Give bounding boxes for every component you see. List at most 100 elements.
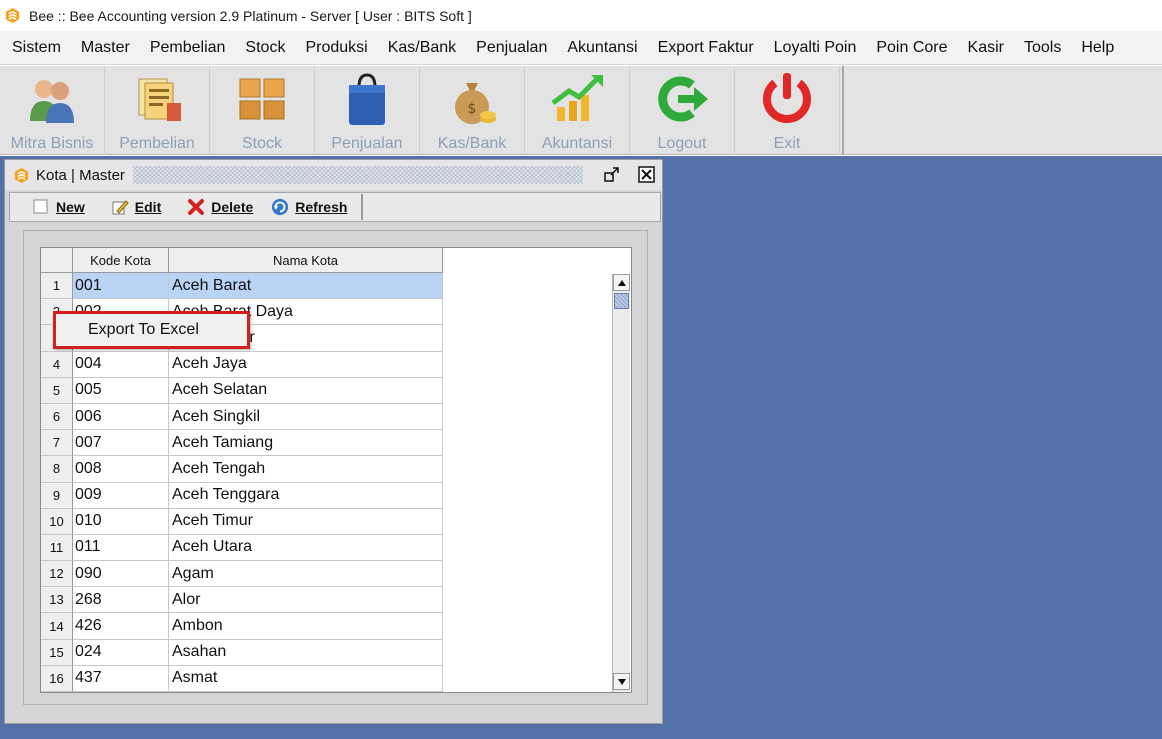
row-number-cell: 11 [41, 534, 73, 562]
menu-penjualan[interactable]: Penjualan [466, 39, 557, 57]
row-number-cell: 9 [41, 482, 73, 509]
titlebar-pattern [132, 166, 583, 184]
toolbar-divider [842, 66, 844, 155]
nama-kota-cell[interactable]: Aceh Utara [169, 534, 443, 562]
row-number-cell: 14 [41, 613, 73, 640]
table-row[interactable]: 16 437 Asmat [41, 665, 443, 692]
restore-icon [604, 167, 619, 182]
row-number-cell: 16 [41, 665, 73, 692]
kode-kota-cell[interactable]: 004 [73, 351, 169, 378]
row-number-cell: 13 [41, 587, 73, 614]
nama-kota-cell[interactable]: Asmat [169, 665, 443, 692]
kode-kota-cell[interactable]: 007 [73, 430, 169, 457]
kode-kota-cell[interactable]: 010 [73, 508, 169, 535]
menu-pembelian[interactable]: Pembelian [140, 39, 236, 57]
nama-kota-cell[interactable]: Ambon [169, 613, 443, 640]
table-row[interactable]: 5 005 Aceh Selatan [41, 377, 443, 404]
menu-stock[interactable]: Stock [235, 39, 295, 57]
nama-kota-cell[interactable]: Agam [169, 561, 443, 588]
kode-kota-cell[interactable]: 268 [73, 587, 169, 614]
table-row[interactable]: 15 024 Asahan [41, 639, 443, 666]
scroll-thumb[interactable] [614, 293, 629, 309]
toolbar-penjualan-button[interactable]: Penjualan [315, 66, 420, 155]
kode-kota-cell[interactable]: 005 [73, 377, 169, 404]
nama-kota-cell[interactable]: Asahan [169, 639, 443, 666]
menu-loyalti-poin[interactable]: Loyalti Poin [764, 39, 867, 57]
nama-kota-cell[interactable]: Aceh Tengah [169, 456, 443, 483]
close-window-button[interactable] [637, 165, 655, 183]
row-number-cell: 5 [41, 377, 73, 404]
table-row[interactable]: 1 001 Aceh Barat [41, 273, 443, 300]
close-icon [637, 165, 655, 183]
vertical-scrollbar[interactable] [612, 274, 630, 692]
menu-akuntansi[interactable]: Akuntansi [557, 39, 647, 57]
nama-kota-cell[interactable]: Aceh Singkil [169, 403, 443, 431]
table-row[interactable]: 13 268 Alor [41, 587, 443, 614]
table-row[interactable]: 7 007 Aceh Tamiang [41, 430, 443, 457]
kode-kota-cell[interactable]: 009 [73, 482, 169, 509]
inner-window-title: Kota | Master [36, 166, 125, 184]
scroll-down-button[interactable] [613, 673, 630, 690]
scroll-up-button[interactable] [613, 274, 630, 291]
toolbar-pembelian-button[interactable]: Pembelian [105, 66, 210, 155]
kode-kota-cell[interactable]: 024 [73, 639, 169, 666]
menu-kas-bank[interactable]: Kas/Bank [378, 39, 466, 57]
context-menu: Export To Excel [53, 311, 250, 349]
new-button[interactable]: New [32, 198, 85, 216]
table-row[interactable]: 8 008 Aceh Tengah [41, 456, 443, 483]
kode-kota-cell[interactable]: 011 [73, 534, 169, 562]
menu-poin-core[interactable]: Poin Core [866, 39, 957, 57]
table-row[interactable]: 14 426 Ambon [41, 613, 443, 640]
table-row[interactable]: 12 090 Agam [41, 561, 443, 588]
checkbox-icon [32, 198, 50, 216]
edit-button[interactable]: Edit [111, 198, 161, 216]
kode-kota-cell[interactable]: 090 [73, 561, 169, 588]
column-header-kode-kota[interactable]: Kode Kota [73, 248, 169, 273]
delete-label: Delete [211, 199, 254, 215]
restore-window-button[interactable] [603, 165, 621, 183]
nama-kota-cell[interactable]: Aceh Tenggara [169, 482, 443, 509]
nama-kota-cell[interactable]: Aceh Tamiang [169, 430, 443, 457]
kode-kota-cell[interactable]: 437 [73, 665, 169, 692]
kode-kota-cell[interactable]: 006 [73, 403, 169, 431]
table-row[interactable]: 10 010 Aceh Timur [41, 508, 443, 535]
nama-kota-cell[interactable]: Aceh Selatan [169, 377, 443, 404]
kode-kota-cell[interactable]: 001 [73, 273, 169, 300]
kode-kota-cell[interactable]: 008 [73, 456, 169, 483]
menu-master[interactable]: Master [71, 39, 140, 57]
table-row[interactable]: 9 009 Aceh Tenggara [41, 482, 443, 509]
toolbar-akuntansi-button[interactable]: Akuntansi [525, 66, 630, 155]
kode-kota-cell[interactable]: 426 [73, 613, 169, 640]
refresh-label: Refresh [295, 199, 348, 215]
delete-x-icon [187, 198, 205, 216]
export-to-excel-menu-item[interactable]: Export To Excel [88, 321, 199, 339]
delete-button[interactable]: Delete [187, 198, 253, 216]
nama-kota-cell[interactable]: Aceh Barat [169, 273, 443, 300]
nama-kota-cell[interactable]: Aceh Timur [169, 508, 443, 535]
toolbar-label: Penjualan [331, 135, 403, 152]
menu-help[interactable]: Help [1071, 39, 1124, 57]
refresh-button[interactable]: Refresh [271, 198, 347, 216]
table-row[interactable]: 11 011 Aceh Utara [41, 534, 443, 562]
pencil-icon [111, 198, 129, 216]
inner-window-titlebar[interactable]: Kota | Master [5, 160, 662, 190]
menu-export-faktur[interactable]: Export Faktur [648, 39, 764, 57]
nama-kota-cell[interactable]: Aceh Jaya [169, 351, 443, 378]
nama-kota-cell[interactable]: Alor [169, 587, 443, 614]
column-header-nama-kota[interactable]: Nama Kota [169, 248, 443, 273]
toolbar-logout-button[interactable]: Logout [630, 66, 735, 155]
menu-tools[interactable]: Tools [1014, 39, 1071, 57]
kota-master-window: Kota | Master New Edit Delete Refresh Ko… [4, 159, 663, 724]
row-number-cell: 15 [41, 639, 73, 666]
toolbar-kas-bank-button[interactable]: $ Kas/Bank [420, 66, 525, 155]
table-row[interactable]: 6 006 Aceh Singkil [41, 403, 443, 431]
menu-kasir[interactable]: Kasir [958, 39, 1014, 57]
money-bag-icon: $ [455, 83, 496, 124]
toolbar-exit-button[interactable]: Exit [735, 66, 840, 155]
toolbar-mitra-bisnis-button[interactable]: Mitra Bisnis [0, 66, 105, 155]
menu-sistem[interactable]: Sistem [2, 39, 71, 57]
table-row[interactable]: 4 004 Aceh Jaya [41, 351, 443, 378]
toolbar-stock-button[interactable]: Stock [210, 66, 315, 155]
bee-app-icon [5, 7, 20, 24]
menu-produksi[interactable]: Produksi [295, 39, 377, 57]
